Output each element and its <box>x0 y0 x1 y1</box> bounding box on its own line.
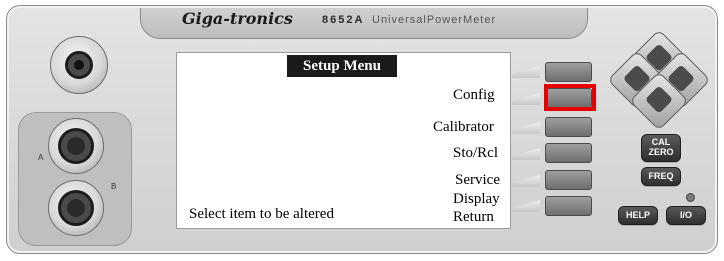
rf-connector-icon <box>50 36 108 94</box>
io-label: I/O <box>679 210 692 220</box>
power-led-icon <box>686 193 695 202</box>
sensor-b-connector-icon[interactable] <box>48 180 104 236</box>
status-message: Select item to be altered <box>189 206 334 222</box>
sensor-a-connector-icon[interactable] <box>48 118 104 174</box>
softkey-1[interactable] <box>545 62 592 82</box>
freq-button[interactable]: FREQ <box>641 167 681 186</box>
freq-label: FREQ <box>648 171 674 181</box>
softkey-service-button[interactable] <box>545 170 592 190</box>
menu-item-calibrator: Calibrator <box>433 119 494 135</box>
model-number: 8652A <box>322 14 365 26</box>
cal-zero-button[interactable]: CAL ZERO <box>641 134 681 162</box>
softkey-display-return-button[interactable] <box>545 196 592 216</box>
highlight-box <box>544 84 596 111</box>
sensor-b-label: B <box>111 182 117 191</box>
menu-item-sto-rcl: Sto/Rcl <box>453 145 499 161</box>
softkey-sto-rcl-button[interactable] <box>545 143 592 163</box>
io-button[interactable]: I/O <box>666 206 706 225</box>
help-button[interactable]: HELP <box>618 206 658 225</box>
display-screen: Setup Menu Config Calibrator Sto/Rcl Ser… <box>176 52 511 229</box>
menu-item-service: Service <box>455 172 500 188</box>
sensor-a-label: A <box>38 153 44 162</box>
menu-item-return: Return <box>453 209 494 225</box>
brand-logo: Giga-tronics <box>182 9 293 28</box>
menu-item-config: Config <box>453 87 495 103</box>
menu-title: Setup Menu <box>287 55 397 77</box>
cal-zero-label-2: ZERO <box>648 147 674 157</box>
softkey-calibrator-button[interactable] <box>545 117 592 137</box>
menu-item-display: Display <box>453 191 500 207</box>
product-subtitle: UniversalPowerMeter <box>372 14 497 26</box>
help-label: HELP <box>625 210 650 220</box>
cal-zero-label-1: CAL <box>651 137 671 147</box>
